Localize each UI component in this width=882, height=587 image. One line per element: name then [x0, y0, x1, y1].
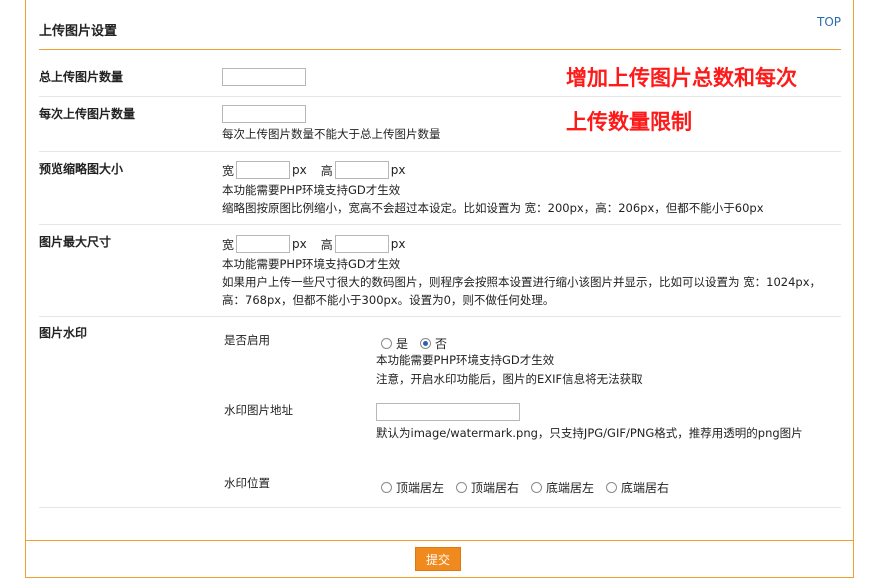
watermark-enable-group: 是 否 [381, 335, 459, 352]
top-link[interactable]: TOP [817, 15, 841, 29]
position-top-left-option[interactable]: 顶端居左 [381, 479, 444, 496]
total-upload-input[interactable] [222, 68, 306, 86]
preview-height-input[interactable] [334, 161, 389, 179]
watermark-image-field-wrap [376, 403, 520, 421]
radio-unchecked-icon[interactable] [381, 482, 392, 493]
max-width-input[interactable] [236, 235, 291, 253]
position-bottom-right-label: 底端居右 [621, 481, 670, 495]
watermark-label: 图片水印 [39, 326, 88, 340]
watermark-no-option[interactable]: 否 [420, 335, 447, 352]
total-upload-label: 总上传图片数量 [39, 70, 124, 84]
radio-unchecked-icon[interactable] [381, 338, 392, 349]
row-divider [39, 316, 841, 317]
preview-thumb-size-row: 宽 px 高 px [222, 161, 405, 179]
watermark-image-input[interactable] [376, 403, 520, 421]
page-title: 上传图片设置 [39, 24, 118, 39]
watermark-hint-gd: 本功能需要PHP环境支持GD才生效 [376, 353, 555, 367]
watermark-position-group: 顶端居左 顶端居右 底端居左 底端居右 [381, 479, 681, 496]
per-upload-input[interactable] [222, 105, 306, 123]
width-label: 宽 [222, 237, 235, 252]
watermark-yes-label: 是 [396, 337, 409, 351]
per-upload-label: 每次上传图片数量 [39, 107, 136, 121]
height-label: 高 [320, 237, 333, 252]
position-top-left-label: 顶端居左 [396, 481, 445, 495]
watermark-enable-label: 是否启用 [224, 333, 270, 347]
preview-thumb-label: 预览缩略图大小 [39, 162, 124, 176]
watermark-hint-exif: 注意，开启水印功能后，图片的EXIF信息将无法获取 [376, 372, 643, 386]
unit-label: px [390, 237, 406, 251]
radio-unchecked-icon[interactable] [531, 482, 543, 493]
preview-width-input[interactable] [236, 161, 291, 179]
max-height-input[interactable] [334, 235, 389, 253]
unit-label: px [390, 163, 406, 177]
unit-label: px [292, 163, 307, 177]
preview-thumb-hint-gd: 本功能需要PHP环境支持GD才生效 [222, 183, 401, 197]
watermark-image-hint: 默认为image/watermark.png，只支持JPG/GIF/PNG格式，… [376, 426, 803, 440]
radio-unchecked-icon[interactable] [456, 482, 468, 493]
total-upload-field-wrap [222, 68, 306, 86]
position-bottom-right-option[interactable]: 底端居右 [606, 479, 669, 496]
row-divider [39, 224, 841, 225]
max-size-row: 宽 px 高 px [222, 235, 405, 253]
position-top-right-option[interactable]: 顶端居右 [456, 479, 519, 496]
per-upload-field-wrap [222, 105, 306, 123]
per-upload-hint: 每次上传图片数量不能大于总上传图片数量 [222, 127, 441, 141]
row-divider [39, 96, 841, 97]
position-bottom-left-option[interactable]: 底端居左 [531, 479, 594, 496]
unit-label: px [292, 237, 307, 251]
max-size-label: 图片最大尺寸 [39, 235, 112, 249]
row-divider [39, 151, 841, 152]
title-divider [39, 49, 841, 50]
height-label: 高 [320, 163, 333, 178]
watermark-image-label: 水印图片地址 [224, 403, 293, 417]
watermark-position-label: 水印位置 [224, 476, 270, 490]
watermark-yes-option[interactable]: 是 [381, 335, 408, 352]
watermark-no-label: 否 [435, 337, 448, 351]
footer-divider [26, 540, 853, 541]
radio-unchecked-icon[interactable] [606, 482, 618, 493]
annotation-line-1: 增加上传图片总数和每次 [566, 66, 797, 90]
position-bottom-left-label: 底端居左 [546, 481, 595, 495]
preview-thumb-hint-rule: 缩略图按原图比例缩小，宽高不会超过本设定。比如设置为 宽：200px，高：206… [222, 201, 764, 215]
position-top-right-label: 顶端居右 [471, 481, 520, 495]
annotation-line-2: 上传数量限制 [566, 110, 692, 134]
max-size-hint-gd: 本功能需要PHP环境支持GD才生效 [222, 257, 401, 271]
width-label: 宽 [222, 163, 235, 178]
max-size-hint-rule: 如果用户上传一些尺寸很大的数码图片，则程序会按照本设置进行缩小该图片并显示，比如… [222, 275, 822, 307]
submit-button[interactable]: 提交 [415, 547, 461, 571]
radio-checked-icon[interactable] [420, 338, 432, 349]
row-divider [39, 507, 841, 508]
